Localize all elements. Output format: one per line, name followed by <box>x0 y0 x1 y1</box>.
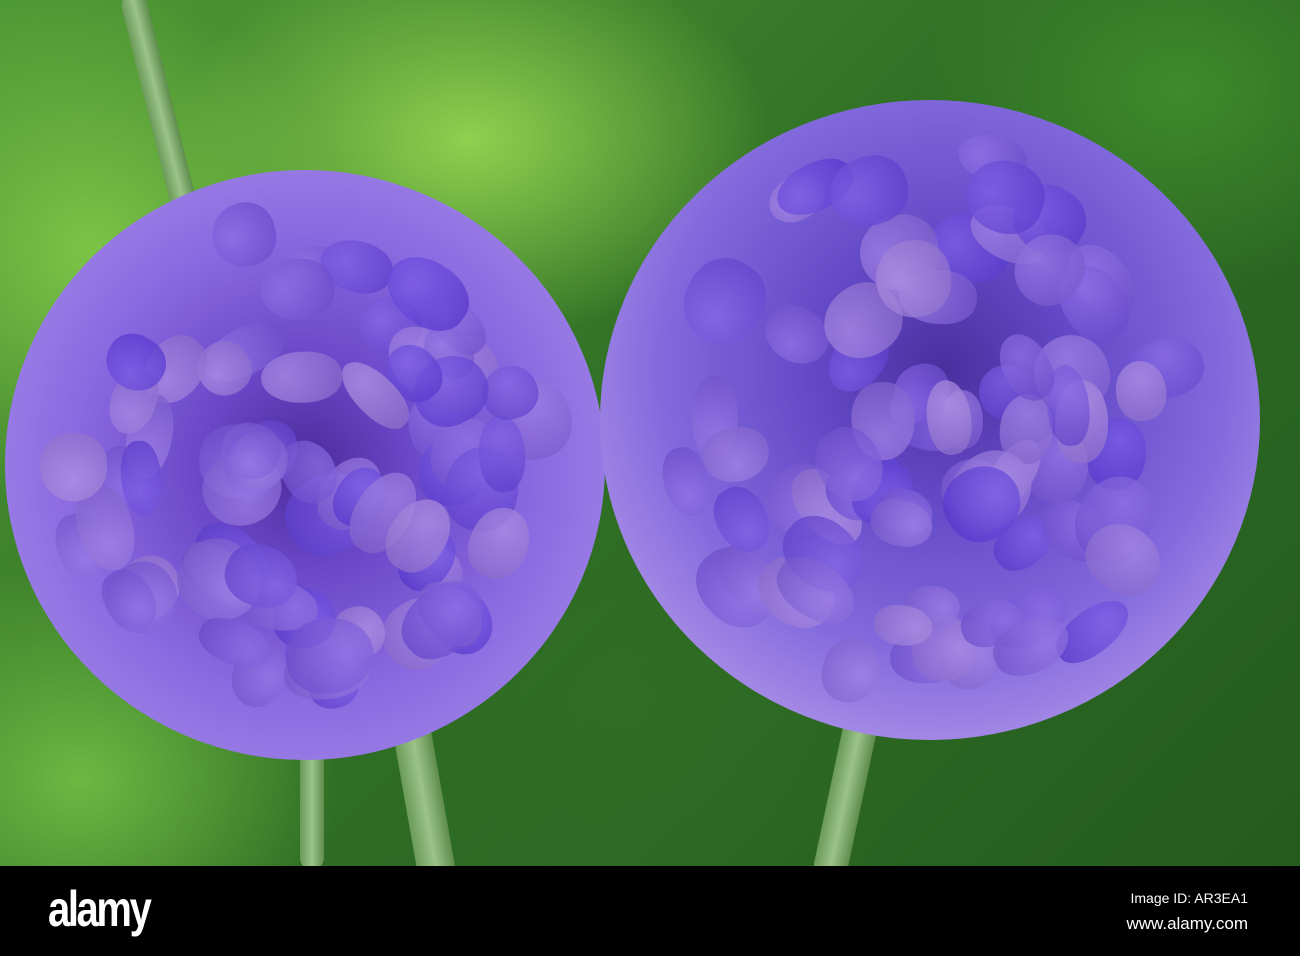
flower-photo <box>0 0 1300 866</box>
alamy-logo: alamy <box>48 881 152 937</box>
petal <box>39 432 108 502</box>
image-id: Image ID: AR3EA1 <box>1130 890 1248 906</box>
alamy-url: www.alamy.com <box>1126 914 1248 933</box>
watermark-bar: alamy Image ID: AR3EA1 www.alamy.com <box>0 866 1300 956</box>
